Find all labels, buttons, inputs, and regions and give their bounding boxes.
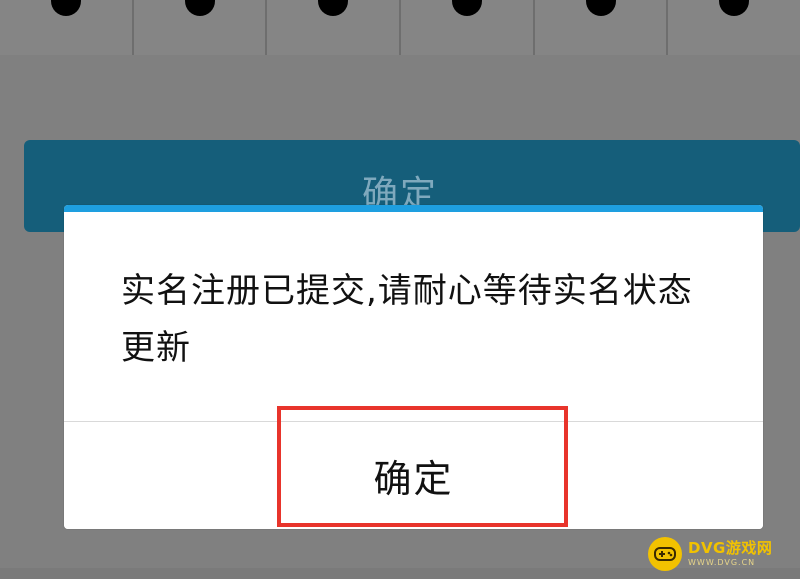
alert-dialog: 实名注册已提交,请耐心等待实名状态更新 确定 <box>64 205 763 529</box>
keyboard-top-row <box>0 0 800 55</box>
key-dot <box>451 0 482 16</box>
gamepad-icon <box>648 537 682 571</box>
key <box>133 0 268 55</box>
key <box>267 0 402 55</box>
key-dot <box>318 0 349 16</box>
key <box>534 0 669 55</box>
key-dot <box>184 0 215 16</box>
watermark-text: DVG游戏网 WWW.DVG.CN <box>688 541 772 567</box>
key-dot <box>50 0 81 16</box>
key <box>668 0 800 55</box>
dialog-accent-bar <box>64 205 763 212</box>
key <box>401 0 535 55</box>
watermark-domain: WWW.DVG.CN <box>688 558 756 567</box>
watermark-brand: DVG游戏网 <box>688 539 773 557</box>
dialog-message: 实名注册已提交,请耐心等待实名状态更新 <box>121 271 693 368</box>
dialog-confirm-button[interactable]: 确定 <box>64 422 763 529</box>
key <box>0 0 134 55</box>
screen: 确定 实名注册已提交,请耐心等待实名状态更新 确定 DVG游戏网 WWW.DVG… <box>0 0 800 579</box>
key-dot <box>585 0 616 16</box>
dialog-confirm-label: 确定 <box>373 457 454 501</box>
gamepad-icon-svg <box>654 547 676 561</box>
key-dot <box>719 0 750 16</box>
watermark: DVG游戏网 WWW.DVG.CN <box>648 534 798 574</box>
